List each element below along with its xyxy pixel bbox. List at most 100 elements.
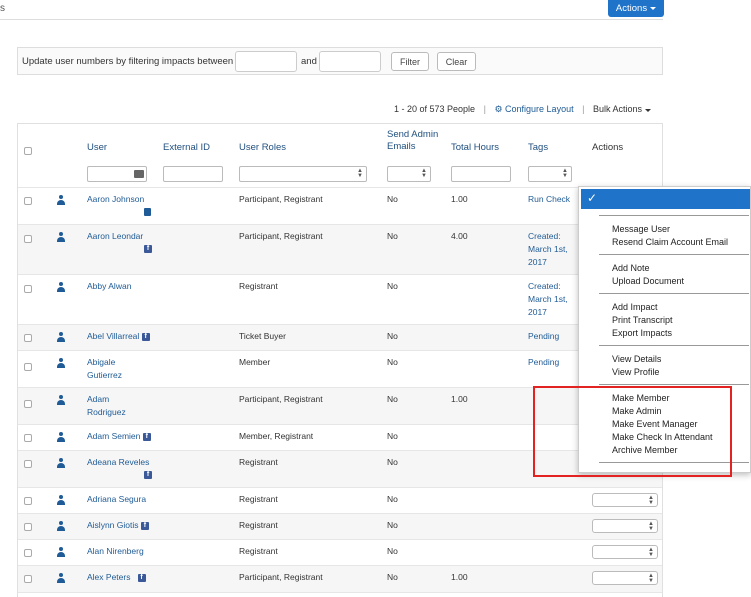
configure-layout-link[interactable]: Configure Layout: [505, 104, 574, 114]
send-admin-cell: No: [387, 520, 398, 530]
user-name-line: Abigale: [87, 357, 116, 367]
user-roles-cell: Participant, Registrant: [239, 194, 323, 204]
toolbar-separator: |: [483, 104, 486, 114]
row-checkbox[interactable]: [24, 523, 32, 531]
menu-item-export-impacts[interactable]: Export Impacts: [612, 327, 672, 340]
row-checkbox[interactable]: [24, 400, 32, 408]
person-icon: [56, 395, 66, 405]
row-checkbox[interactable]: [24, 363, 32, 371]
user-roles-filter-select[interactable]: ▲ ▼: [239, 166, 367, 182]
menu-item-upload-document[interactable]: Upload Document: [612, 275, 684, 288]
dropdown-divider: [599, 384, 749, 385]
tag-link[interactable]: Created: March 1st, 2017: [528, 280, 568, 319]
user-name-link[interactable]: Alex Peters f: [87, 571, 146, 584]
user-name-line: Rodriguez: [87, 407, 126, 417]
header-divider: [0, 19, 663, 20]
total-hours-cell: 1.00: [451, 572, 468, 582]
dropdown-divider: [599, 215, 749, 216]
table-row: Abigale Gutierrez Member No Pending: [18, 350, 662, 387]
row-checkbox[interactable]: [24, 497, 32, 505]
row-actions-select[interactable]: ▲ ▼: [592, 545, 658, 559]
result-range: 1 - 20 of 573 People: [394, 104, 476, 114]
menu-item-message-user[interactable]: Message User: [612, 223, 670, 236]
user-name-link[interactable]: Adam Semien f: [87, 430, 151, 443]
select-arrows-icon: ▲ ▼: [421, 168, 427, 179]
tag-link[interactable]: Pending: [528, 330, 559, 343]
row-checkbox[interactable]: [24, 575, 32, 583]
table-toolbar: 1 - 20 of 573 People | ⚙ Configure Layou…: [394, 104, 651, 115]
user-name-link[interactable]: Abel Villarreal f: [87, 330, 150, 343]
column-header-external-id[interactable]: External ID: [163, 142, 210, 154]
document-icon: [144, 205, 151, 218]
user-name-link[interactable]: Abby Alwan: [87, 280, 131, 293]
row-checkbox[interactable]: [24, 235, 32, 243]
menu-item-add-impact[interactable]: Add Impact: [612, 301, 658, 314]
user-name-link[interactable]: Alan Nirenberg: [87, 545, 144, 558]
filter-from-input[interactable]: [235, 51, 297, 72]
row-checkbox[interactable]: [24, 285, 32, 293]
user-roles-cell: Member, Registrant: [239, 431, 314, 441]
row-checkbox[interactable]: [24, 197, 32, 205]
table-row: Aaron Leondar f Participant, Registrant …: [18, 224, 662, 274]
clear-button[interactable]: Clear: [437, 52, 476, 71]
user-name-link[interactable]: Aislynn Giotis f: [87, 519, 149, 532]
column-header-tags[interactable]: Tags: [528, 142, 548, 154]
row-checkbox[interactable]: [24, 434, 32, 442]
menu-item-view-profile[interactable]: View Profile: [612, 366, 659, 379]
user-name-link[interactable]: Adam Rodriguez: [87, 393, 126, 419]
column-header-send-admin-emails[interactable]: Send Admin Emails: [387, 129, 438, 153]
facebook-icon: f: [141, 332, 150, 341]
dropdown-selected-option[interactable]: ✓: [581, 189, 750, 209]
row-checkbox[interactable]: [24, 549, 32, 557]
tags-filter-select[interactable]: ▲ ▼: [528, 166, 572, 182]
column-header-user[interactable]: User: [87, 142, 107, 154]
column-header-total-hours[interactable]: Total Hours: [451, 142, 499, 154]
menu-item-resend-claim-email[interactable]: Resend Claim Account Email: [612, 236, 728, 249]
tag-link[interactable]: Pending: [528, 356, 559, 369]
row-checkbox[interactable]: [24, 334, 32, 342]
filter-to-input[interactable]: [319, 51, 381, 72]
dropdown-divider: [599, 345, 749, 346]
actions-button[interactable]: Actions: [608, 0, 664, 17]
dropdown-divider: [599, 254, 749, 255]
menu-item-add-note[interactable]: Add Note: [612, 262, 650, 275]
menu-item-print-transcript[interactable]: Print Transcript: [612, 314, 673, 327]
column-header-actions: Actions: [592, 142, 624, 153]
user-name-text: Abel Villarreal: [87, 331, 140, 341]
tag-line: March 1st,: [528, 294, 568, 304]
filter-button[interactable]: Filter: [391, 52, 429, 71]
select-arrows-icon: ▲ ▼: [648, 547, 654, 558]
total-hours-filter-input[interactable]: [451, 166, 511, 182]
row-actions-select[interactable]: ▲ ▼: [592, 519, 658, 533]
user-name-text: Adam Semien: [87, 431, 141, 441]
impact-filter-bar: Update user numbers by filtering impacts…: [17, 47, 663, 75]
user-name-link[interactable]: Adriana Segura: [87, 493, 146, 506]
user-name-link[interactable]: Aaron Leondar: [87, 230, 143, 243]
user-roles-cell: Participant, Registrant: [239, 572, 323, 582]
column-header-user-roles[interactable]: User Roles: [239, 142, 286, 154]
row-actions-select[interactable]: ▲ ▼: [592, 493, 658, 507]
send-admin-filter-select[interactable]: ▲ ▼: [387, 166, 431, 182]
person-icon: [56, 232, 66, 242]
user-roles-cell: Registrant: [239, 457, 278, 467]
send-admin-cell: No: [387, 194, 398, 204]
user-roles-cell: Member: [239, 357, 271, 367]
user-name-link[interactable]: Aaron Johnson: [87, 193, 144, 206]
tag-link[interactable]: Run Check: [528, 193, 570, 206]
menu-item-view-details[interactable]: View Details: [612, 353, 661, 366]
bulk-actions-menu[interactable]: Bulk Actions: [593, 104, 651, 114]
user-filter-input[interactable]: [87, 166, 147, 182]
person-icon: [56, 358, 66, 368]
row-checkbox[interactable]: [24, 460, 32, 468]
select-all-checkbox[interactable]: [24, 147, 32, 155]
external-id-filter-input[interactable]: [163, 166, 223, 182]
user-name-link[interactable]: Adeana Reveles: [87, 456, 149, 469]
tag-link[interactable]: Created: March 1st, 2017: [528, 230, 568, 269]
row-actions-select[interactable]: ▲ ▼: [592, 571, 658, 585]
person-icon: [56, 195, 66, 205]
user-name-link[interactable]: Abigale Gutierrez: [87, 356, 122, 382]
facebook-icon: f: [140, 521, 149, 530]
table-row: Aislynn Giotis f Registrant No ▲ ▼: [18, 513, 662, 539]
toolbar-separator: |: [582, 104, 585, 114]
user-roles-cell: Registrant: [239, 546, 278, 556]
